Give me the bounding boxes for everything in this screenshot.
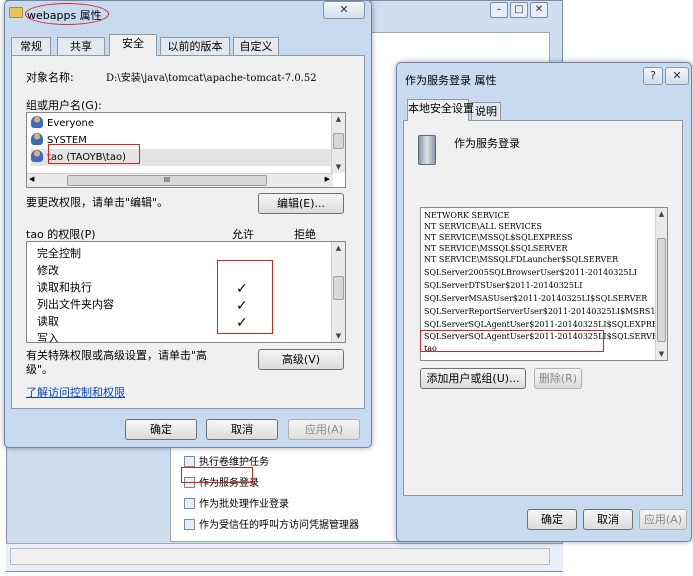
folder-icon (9, 7, 23, 18)
tao-highlight (420, 330, 604, 352)
policy-icon (184, 456, 195, 467)
scroll-down-icon[interactable]: ▼ (332, 161, 345, 173)
cancel-button[interactable]: 取消 (583, 509, 633, 530)
list-item[interactable]: NT SERVICE\MSSQLFDLauncher$SQLSERVER (424, 255, 618, 265)
policy-list: 执行卷维护任务 作为服务登录 作为批处理作业登录 作为受信任的呼叫方访问凭据管理… (180, 452, 430, 536)
tab-customize[interactable]: 自定义 (233, 37, 279, 56)
checks-highlight (217, 260, 273, 334)
special-permissions-hint-cont: 级"。 (26, 363, 54, 376)
scroll-down-icon[interactable]: ▼ (332, 330, 345, 342)
ok-button[interactable]: 确定 (125, 419, 197, 440)
vertical-scrollbar[interactable]: ▲ ▼ (331, 113, 345, 173)
apply-button[interactable]: 应用(A) (288, 419, 360, 440)
users-icon (31, 116, 43, 128)
permission-row: 读取 (37, 315, 59, 328)
tab-security[interactable]: 安全 (109, 34, 157, 56)
security-panel: 对象名称: D:\安装\java\tomcat\apache-tomcat-7.… (11, 55, 365, 409)
policy-item[interactable]: 作为受信任的呼叫方访问凭据管理器 (180, 515, 430, 536)
list-item[interactable]: NT SERVICE\ALL SERVICES (424, 222, 542, 232)
list-item[interactable]: SQLServerMSASUser$2011-20140325LI$SQLSER… (424, 294, 647, 304)
ok-button[interactable]: 确定 (527, 509, 577, 530)
list-item[interactable]: SQLServerDTSUser$2011-20140325LI (424, 281, 582, 291)
list-item[interactable]: SQLServerSQLAgentUser$2011-20140325LI$SQ… (424, 320, 667, 330)
users-icon (31, 133, 43, 145)
vertical-scrollbar[interactable]: ▲ ▼ (331, 242, 345, 342)
policy-item[interactable]: 作为批处理作业登录 (180, 494, 430, 515)
dialog-close-button[interactable]: ✕ (665, 67, 689, 85)
close-icon[interactable]: ✕ (530, 2, 548, 18)
permission-row: 列出文件夹内容 (37, 298, 114, 311)
scroll-left-icon[interactable]: ◀ (29, 175, 34, 183)
scroll-up-icon[interactable]: ▲ (656, 208, 667, 220)
dialog-title: 作为服务登录 属性 (405, 74, 497, 87)
tab-local-security-setting[interactable]: 本地安全设置 (407, 99, 474, 121)
properties-dialog: webapps 属性 ✕ 常规 共享 安全 以前的版本 自定义 对象名称: D:… (4, 0, 372, 448)
dialog-close-button[interactable]: ✕ (323, 1, 365, 19)
advanced-button[interactable]: 高级(V) (258, 349, 344, 370)
policy-icon (184, 519, 195, 530)
highlight-box (181, 467, 253, 483)
permission-row: 修改 (37, 264, 59, 277)
minimize-icon[interactable]: – (490, 2, 508, 18)
group-user-label: 组或用户名(G): (26, 99, 102, 112)
tab-previous-versions[interactable]: 以前的版本 (160, 37, 230, 56)
add-user-button[interactable]: 添加用户或组(U)... (420, 368, 526, 389)
edit-button[interactable]: 编辑(E)... (258, 193, 344, 214)
desktop: – □ ✕ 执行卷维护任务 作为服务登录 作为批处理作业登录 作为受信任的呼叫方访问… (0, 0, 693, 576)
deny-header: 拒绝 (294, 228, 316, 241)
help-button[interactable]: ? (643, 67, 663, 85)
scroll-thumb[interactable] (333, 276, 344, 300)
list-item[interactable]: SQLServerReportServerUser$2011-20140325L… (424, 307, 667, 317)
cancel-button[interactable]: 取消 (206, 419, 278, 440)
special-permissions-hint: 有关特殊权限或高级设置，请单击"高 (26, 349, 208, 362)
object-name-value: D:\安装\java\tomcat\apache-tomcat-7.0.52 (106, 73, 317, 84)
tab-explain[interactable]: 说明 (471, 102, 501, 121)
remove-button[interactable]: 删除(R) (534, 368, 582, 389)
list-item[interactable]: NETWORK SERVICE (424, 211, 509, 221)
list-item[interactable]: NT SERVICE\MSSQL$SQLEXPRESS (424, 233, 572, 243)
list-item[interactable]: Everyone (31, 115, 94, 132)
horizontal-scrollbar[interactable] (10, 548, 550, 565)
user-icon (31, 150, 43, 162)
scroll-up-icon[interactable]: ▲ (332, 113, 345, 125)
permission-row: 完全控制 (37, 247, 81, 260)
scroll-up-icon[interactable]: ▲ (332, 242, 345, 254)
permission-row: 读取和执行 (37, 281, 92, 294)
scroll-thumb[interactable] (657, 238, 666, 342)
scroll-thumb[interactable]: III (67, 175, 267, 186)
maximize-icon[interactable]: □ (510, 2, 528, 18)
allow-header: 允许 (232, 228, 254, 241)
horizontal-scrollbar[interactable]: ◀ III ▶ (27, 173, 333, 187)
tab-sharing[interactable]: 共享 (57, 37, 105, 56)
apply-button[interactable]: 应用(A) (639, 509, 687, 530)
title-highlight (25, 3, 109, 25)
background-window-controls: – □ ✕ (490, 2, 550, 20)
permissions-list: 完全控制 修改 读取和执行 列出文件夹内容 读取 写入 ✓ ✓ ✓ ▲ ▼ (26, 241, 346, 343)
permission-row: 写入 (37, 332, 59, 343)
change-hint: 要更改权限，请单击"编辑"。 (26, 196, 169, 209)
scroll-thumb[interactable] (333, 133, 344, 149)
access-control-help-link[interactable]: 了解访问控制和权限 (26, 384, 125, 400)
object-name-label: 对象名称: (26, 71, 74, 84)
close-icon: ✕ (339, 3, 349, 16)
policy-icon (184, 498, 195, 509)
permissions-label: tao 的权限(P) (26, 228, 96, 241)
help-icon: ? (650, 69, 656, 82)
close-icon: ✕ (672, 69, 682, 82)
list-item[interactable]: SQLServer2005SQLBrowserUser$2011-2014032… (424, 268, 637, 278)
local-setting-panel: 作为服务登录 NETWORK SERVICE NT SERVICE\ALL SE… (403, 120, 683, 496)
server-icon (418, 135, 436, 165)
user-highlight (48, 144, 140, 164)
logon-service-dialog: 作为服务登录 属性 ? ✕ 本地安全设置 说明 作为服务登录 NETWORK S… (396, 62, 692, 542)
scroll-right-icon[interactable]: ▶ (325, 175, 330, 183)
vertical-scrollbar[interactable]: ▲ ▼ (655, 208, 667, 360)
scroll-down-icon[interactable]: ▼ (656, 348, 667, 360)
list-item[interactable]: NT SERVICE\MSSQL$SQLSERVER (424, 244, 568, 254)
tab-general[interactable]: 常规 (11, 37, 51, 56)
policy-heading: 作为服务登录 (454, 137, 520, 150)
